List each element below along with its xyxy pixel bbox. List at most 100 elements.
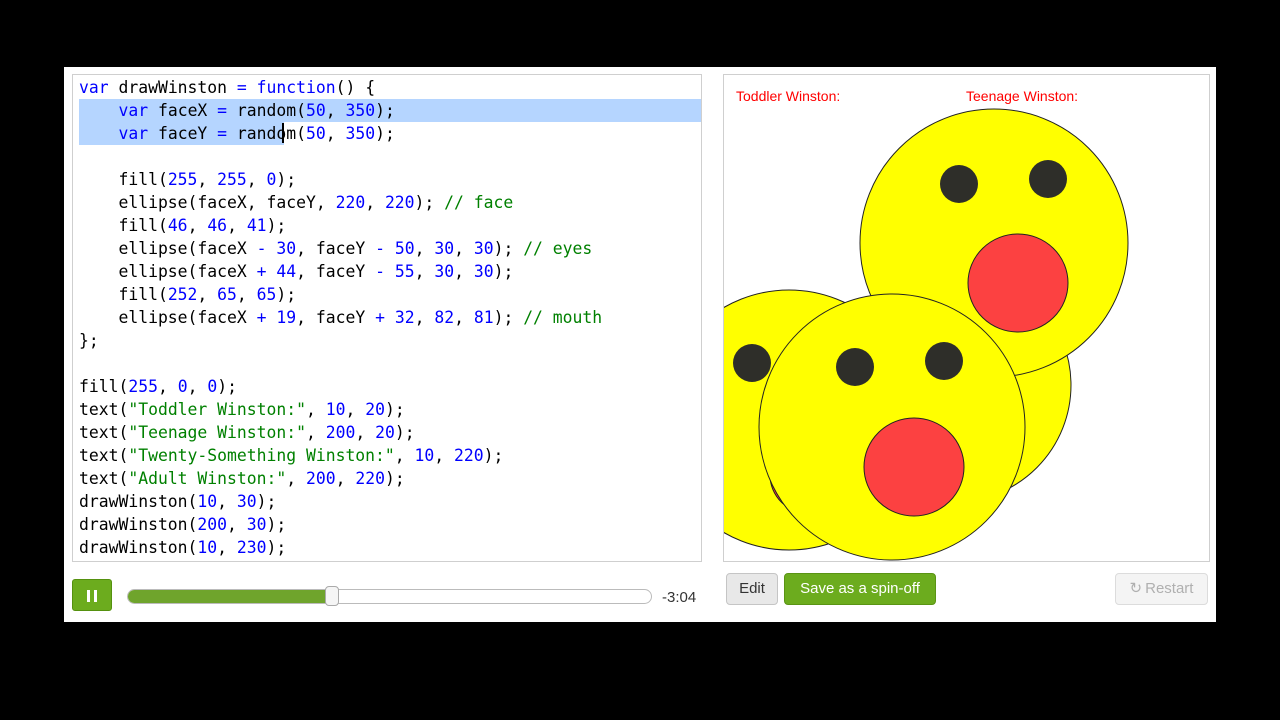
code-token: , <box>355 423 376 442</box>
code-token: 0 <box>207 377 218 396</box>
code-token: , <box>394 446 415 465</box>
code-token: , faceY <box>296 239 376 258</box>
code-token: = <box>236 78 247 97</box>
code-token: , faceY <box>296 262 376 281</box>
code-token: ); <box>217 377 237 396</box>
code-token: 55 <box>394 262 415 281</box>
code-token: "Toddler Winston:" <box>128 400 306 419</box>
code-token: , <box>454 239 474 258</box>
code-line: ellipse(faceX + 44, faceY - 55, 30, 30); <box>79 260 602 283</box>
code-line: fill(255, 255, 0); <box>79 168 602 191</box>
winston-mouth <box>863 417 965 517</box>
code-line: text("Teenage Winston:", 200, 20); <box>79 421 602 444</box>
save-spinoff-button[interactable]: Save as a spin-off <box>784 573 936 605</box>
progress-bar[interactable] <box>127 589 652 604</box>
code-token: 10 <box>325 400 346 419</box>
code-token: 0 <box>266 170 277 189</box>
code-token: 19 <box>276 308 297 327</box>
code-token: - <box>375 262 385 281</box>
code-token: , <box>365 193 385 212</box>
code-token: 30 <box>473 239 494 258</box>
code-line: text("Toddler Winston:", 10, 20); <box>79 398 602 421</box>
code-token: fill( <box>79 285 168 304</box>
code-token: 81 <box>473 308 494 327</box>
code-line: text("Twenty-Something Winston:", 10, 22… <box>79 444 602 467</box>
code-token: , <box>305 400 326 419</box>
code-token: , <box>345 400 366 419</box>
code-token: 200 <box>197 515 228 534</box>
winston-eye <box>733 344 771 382</box>
code-token: // eyes <box>523 239 593 258</box>
code-token: 30 <box>473 262 494 281</box>
code-token: 255 <box>128 377 158 396</box>
code-token: ); <box>266 538 287 557</box>
code-token: fill( <box>79 216 168 235</box>
code-editor[interactable]: var drawWinston = function() { var faceX… <box>72 74 702 562</box>
code-line: drawWinston(200, 30); <box>79 513 602 536</box>
code-token: , <box>335 469 356 488</box>
code-token: text( <box>79 469 129 488</box>
code-token: // face <box>444 193 514 212</box>
code-token: , <box>187 216 208 235</box>
code-token: var <box>118 124 149 143</box>
progress-handle[interactable] <box>324 586 339 606</box>
winston-eye <box>925 342 963 380</box>
code-line: var drawWinston = function() { <box>79 76 602 99</box>
code-line: drawWinston(10, 30); <box>79 490 602 513</box>
code-token: = <box>217 101 228 120</box>
code-token: , faceY <box>296 308 376 327</box>
code-token: , <box>157 377 178 396</box>
code-token: ); <box>266 216 287 235</box>
code-token: 220 <box>454 446 484 465</box>
code-token: - <box>256 239 267 258</box>
code-token: ); <box>266 515 287 534</box>
winston-eye <box>1029 160 1067 198</box>
code-token: , <box>197 170 218 189</box>
code-token: function <box>256 78 336 97</box>
code-token: - <box>375 239 385 258</box>
code-token: 230 <box>236 538 267 557</box>
code-token: 20 <box>365 400 385 419</box>
output-canvas: Toddler Winston: Teenage Winston: <box>723 74 1210 562</box>
code-token: ); <box>384 400 405 419</box>
code-token: text( <box>79 446 129 465</box>
code-line: drawWinston(10, 230); <box>79 536 602 559</box>
code-token: , <box>227 515 247 534</box>
code-token: + <box>375 308 385 327</box>
code-line: ellipse(faceX, faceY, 220, 220); // face <box>79 191 602 214</box>
code-token: drawWinston( <box>79 538 198 557</box>
code-token: , <box>434 446 455 465</box>
code-token: fill( <box>79 377 129 396</box>
code-token: , <box>236 285 257 304</box>
pause-icon <box>87 590 90 602</box>
code-token: 50 <box>306 101 326 120</box>
code-token: 41 <box>246 216 267 235</box>
text-cursor <box>282 123 284 143</box>
code-token: ellipse(faceX <box>79 239 257 258</box>
label-teenage-winston: Teenage Winston: <box>966 88 1079 104</box>
code-token: var <box>118 101 149 120</box>
code-token: var <box>79 78 109 97</box>
code-token: 10 <box>197 538 218 557</box>
code-token: ); <box>276 285 297 304</box>
code-token: 30 <box>434 262 455 281</box>
code-token: ); <box>414 193 445 212</box>
code-lines: var drawWinston = function() { var faceX… <box>79 76 602 559</box>
code-token: 30 <box>236 492 257 511</box>
pause-button[interactable] <box>72 579 112 611</box>
restart-button[interactable]: ↻ Restart <box>1115 573 1208 605</box>
code-token: , <box>246 170 267 189</box>
code-token: , <box>305 423 326 442</box>
code-token: , <box>187 377 208 396</box>
code-token: + <box>256 262 267 281</box>
edit-button[interactable]: Edit <box>726 573 778 605</box>
code-token: ); <box>493 262 514 281</box>
code-token: 46 <box>167 216 188 235</box>
code-token: 200 <box>305 469 336 488</box>
code-token: 44 <box>276 262 297 281</box>
